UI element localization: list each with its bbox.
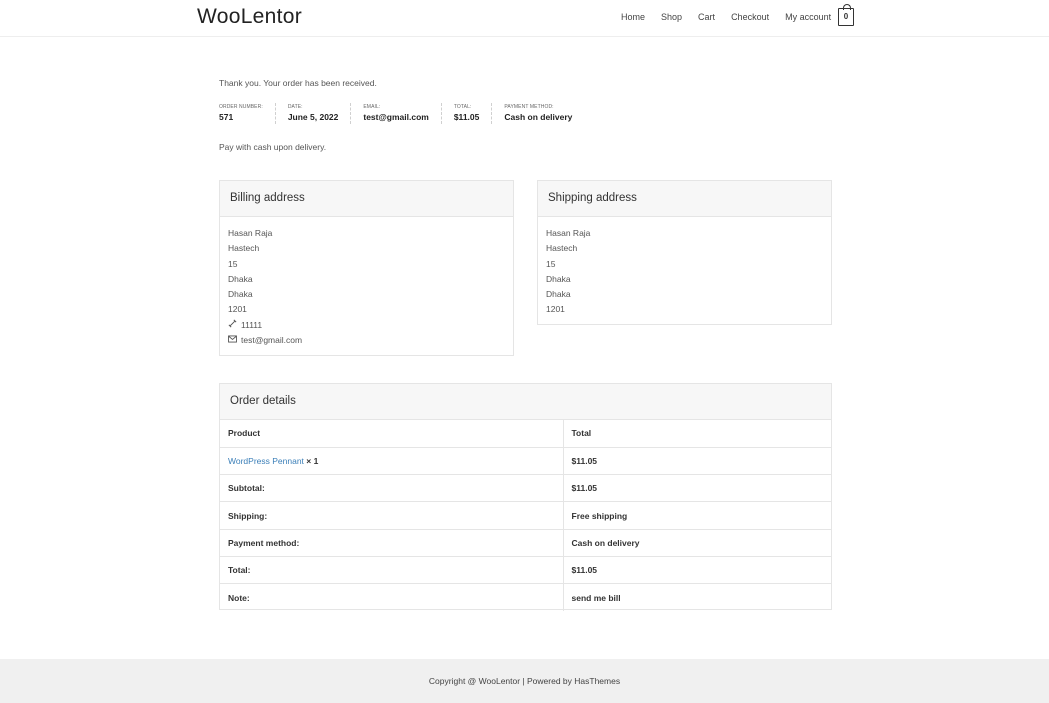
- table-header-row: Product Total: [220, 420, 831, 448]
- row-value: Free shipping: [562, 501, 831, 530]
- overview-payment-method: Payment method: Cash on delivery: [492, 103, 584, 124]
- table-row: Shipping: Free shipping: [220, 501, 831, 530]
- shipping-address-line: 15: [546, 258, 556, 269]
- row-label: Payment method:: [220, 528, 563, 557]
- shipping-city: Dhaka: [546, 273, 571, 284]
- overview-email: Email: test@gmail.com: [351, 103, 442, 124]
- shipping-state: Dhaka: [546, 289, 571, 300]
- nav-my-account[interactable]: My account: [785, 12, 831, 22]
- order-received-message: Thank you. Your order has been received.: [219, 78, 377, 88]
- copyright-text: Copyright @ WooLentor | Powered by HasTh…: [428, 676, 621, 686]
- row-label: Total:: [220, 555, 563, 584]
- overview-order-number: Order number: 571: [219, 103, 276, 124]
- cart-count-badge: 0: [843, 12, 849, 21]
- row-value: send me bill: [562, 583, 831, 612]
- shopping-bag-icon[interactable]: 0: [838, 4, 854, 26]
- overview-value: 571: [219, 112, 234, 122]
- row-value: Cash on delivery: [562, 528, 831, 557]
- billing-address-body: Hasan Raja Hastech 15 Dhaka Dhaka 1201 1…: [220, 217, 513, 348]
- overview-label: Total:: [453, 104, 472, 110]
- main-nav: Home Shop Cart Checkout My account: [621, 12, 847, 22]
- overview-value: test@gmail.com: [363, 112, 429, 122]
- column-header-total: Total: [562, 420, 831, 448]
- overview-value: $11.05: [453, 112, 480, 122]
- shipping-postcode: 1201: [546, 304, 565, 315]
- table-row: Note: send me bill: [220, 583, 831, 612]
- billing-email: test@gmail.com: [241, 335, 303, 346]
- order-overview: Order number: 571 Date: June 5, 2022 Ema…: [219, 103, 584, 124]
- row-label: Shipping:: [220, 501, 563, 530]
- nav-checkout[interactable]: Checkout: [731, 12, 769, 22]
- shipping-address-box: Shipping address Hasan Raja Hastech 15 D…: [537, 180, 832, 325]
- order-item-total: $11.05: [562, 446, 831, 475]
- table-row: Subtotal: $11.05: [220, 474, 831, 502]
- billing-phone-row: 11111: [228, 318, 505, 333]
- billing-postcode: 1201: [228, 304, 247, 315]
- billing-name: Hasan Raja: [228, 228, 273, 238]
- overview-value: Cash on delivery: [504, 112, 573, 122]
- shipping-name: Hasan Raja: [546, 228, 591, 238]
- overview-label: Payment method:: [504, 104, 554, 110]
- table-row: Total: $11.05: [220, 555, 831, 584]
- row-value: $11.05: [562, 474, 831, 502]
- row-label: Note:: [220, 583, 563, 612]
- payment-instruction: Pay with cash upon delivery.: [219, 142, 327, 152]
- billing-city: Dhaka: [228, 273, 253, 284]
- nav-home[interactable]: Home: [621, 12, 645, 22]
- product-quantity: × 1: [306, 455, 319, 466]
- row-value: $11.05: [562, 555, 831, 584]
- site-footer: Copyright @ WooLentor | Powered by HasTh…: [0, 659, 1049, 703]
- billing-address-box: Billing address Hasan Raja Hastech 15 Dh…: [219, 180, 514, 356]
- order-details-table: Product Total WordPress Pennant × 1 $11.…: [220, 420, 831, 612]
- nav-shop[interactable]: Shop: [661, 12, 682, 22]
- envelope-icon: [228, 333, 238, 348]
- overview-label: Date:: [287, 104, 303, 110]
- nav-cart[interactable]: Cart: [698, 12, 715, 22]
- billing-state: Dhaka: [228, 289, 253, 300]
- billing-address-line: 15: [228, 258, 238, 269]
- billing-email-row: test@gmail.com: [228, 333, 505, 348]
- phone-icon: [228, 318, 238, 333]
- billing-company: Hastech: [228, 243, 260, 254]
- order-item-cell: WordPress Pennant × 1: [220, 446, 563, 475]
- overview-total: Total: $11.05: [442, 103, 493, 124]
- shipping-address-body: Hasan Raja Hastech 15 Dhaka Dhaka 1201: [538, 217, 831, 318]
- overview-value: June 5, 2022: [287, 112, 339, 122]
- order-details-title: Order details: [220, 384, 831, 420]
- billing-address-title: Billing address: [220, 181, 513, 217]
- order-details-box: Order details Product Total WordPress Pe…: [219, 383, 832, 612]
- shipping-address-title: Shipping address: [538, 181, 831, 217]
- overview-label: Email:: [363, 104, 381, 110]
- table-row: Payment method: Cash on delivery: [220, 528, 831, 557]
- shipping-company: Hastech: [546, 243, 578, 254]
- product-link[interactable]: WordPress Pennant: [228, 456, 304, 466]
- billing-phone: 11111: [241, 319, 263, 330]
- overview-label: Order number:: [219, 104, 263, 110]
- column-header-product: Product: [228, 428, 261, 439]
- site-header: WooLentor Home Shop Cart Checkout My acc…: [0, 0, 1049, 37]
- row-label: Subtotal:: [220, 474, 563, 502]
- table-row: WordPress Pennant × 1 $11.05: [220, 446, 831, 475]
- overview-date: Date: June 5, 2022: [276, 103, 352, 124]
- site-logo[interactable]: WooLentor: [197, 5, 302, 29]
